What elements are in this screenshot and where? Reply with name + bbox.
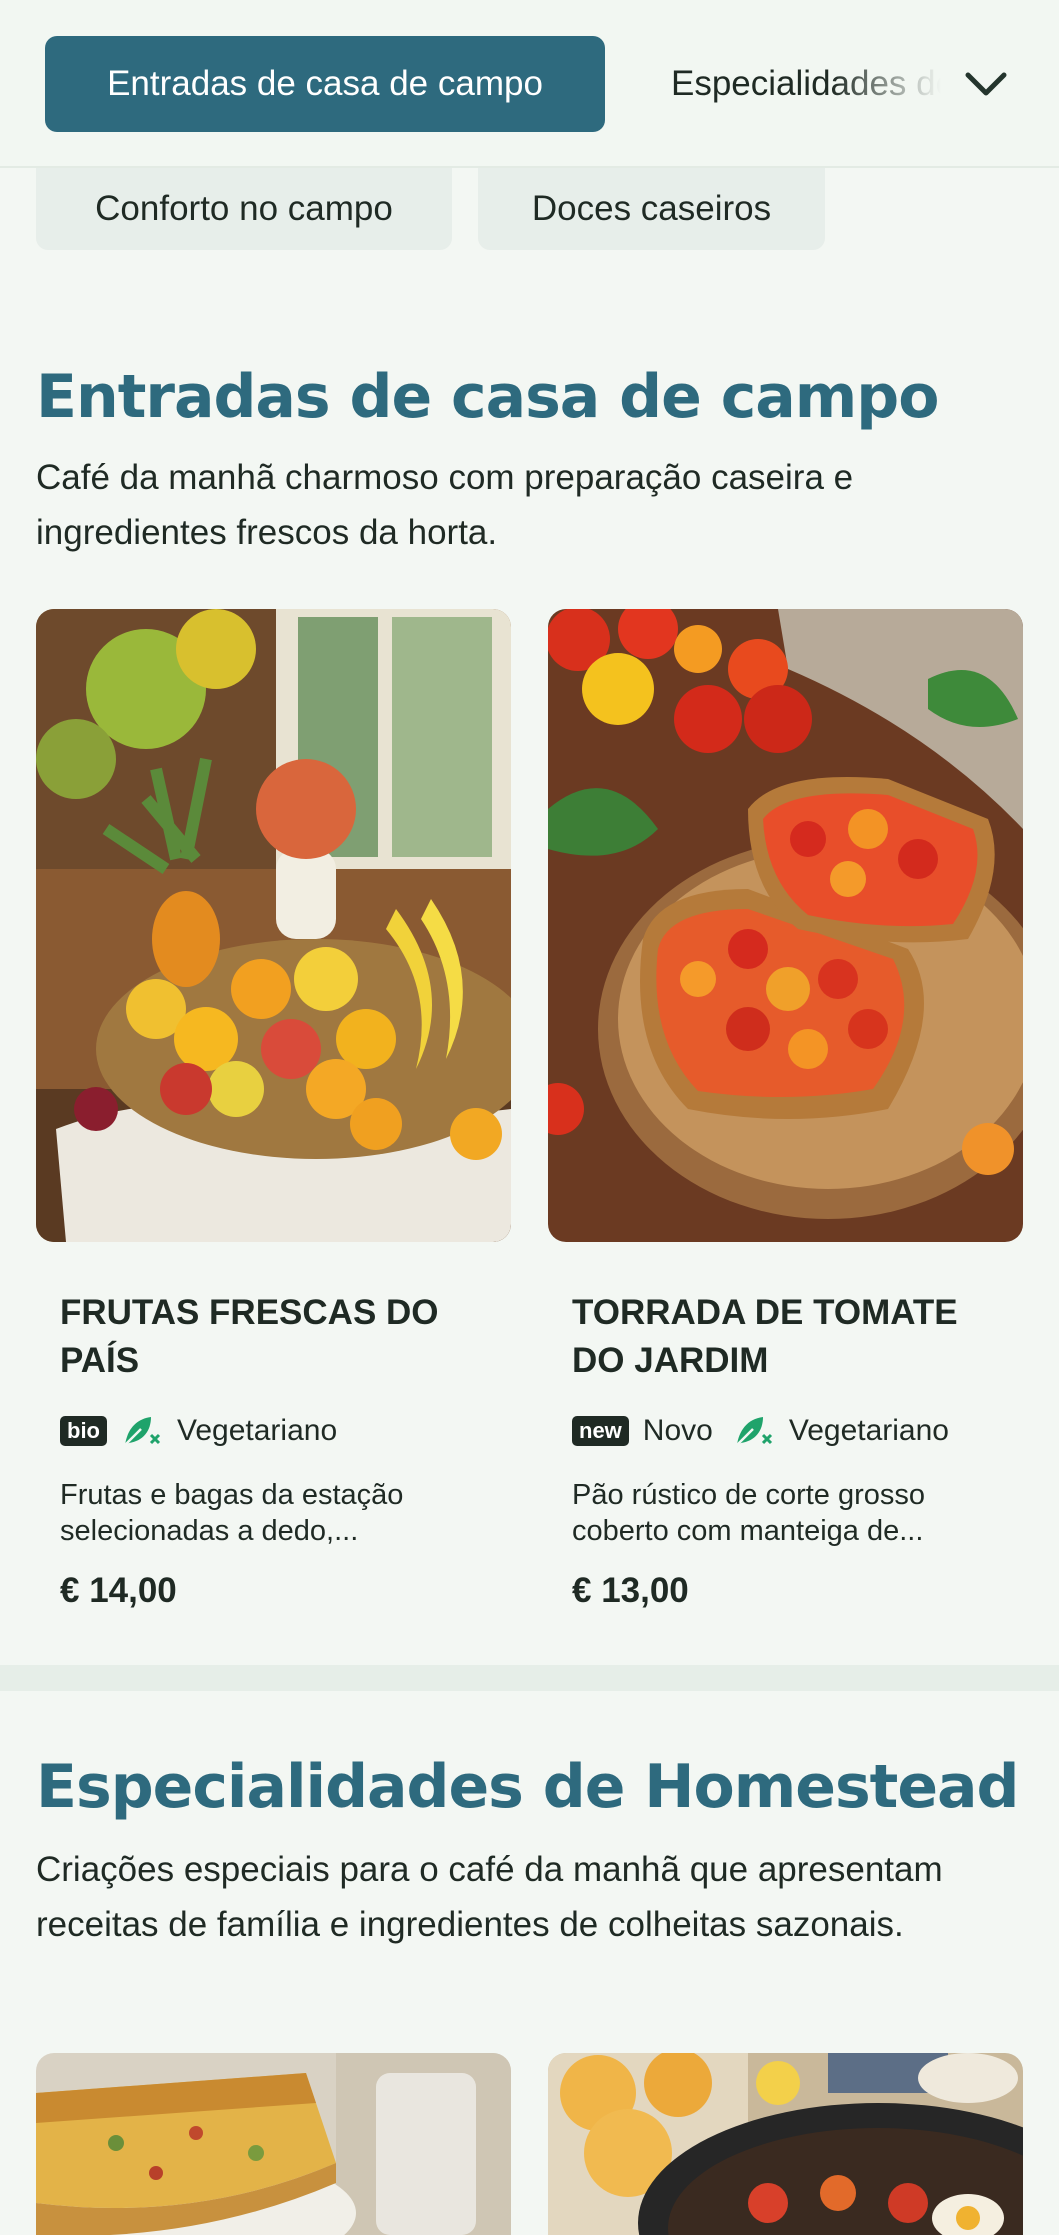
section-title: Especialidades de Homestead xyxy=(36,1752,1019,1822)
section-description: Criações especiais para o café da manhã … xyxy=(36,1850,943,1944)
tab-especialidades[interactable]: Especialidades de Homestead xyxy=(671,36,941,132)
category-nav: Entradas de casa de campo Especialidades… xyxy=(0,0,1059,168)
new-label: Novo xyxy=(642,1414,713,1447)
bio-badge: bio xyxy=(60,1416,107,1446)
item-name: TORRADA DE TOMATE DO JARDIM xyxy=(572,1293,958,1380)
vegetarian-leaf-icon xyxy=(124,1417,161,1446)
section-title: Entradas de casa de campo xyxy=(36,362,939,432)
item-photo-tomato-toast xyxy=(548,609,1023,1242)
diet-label: Vegetariano xyxy=(788,1414,949,1447)
tab-fade-overlay xyxy=(831,36,941,132)
section-description: Café da manhã charmoso com preparação ca… xyxy=(36,458,854,552)
new-badge: new xyxy=(572,1416,629,1446)
item-tags: new Novo Vegetariano xyxy=(572,1409,949,1453)
item-photo-fruits xyxy=(36,609,511,1242)
chevron-down-icon xyxy=(965,72,1007,96)
menu-item-card[interactable] xyxy=(36,2053,511,2235)
menu-item-card[interactable]: TORRADA DE TOMATE DO JARDIM new Novo Veg… xyxy=(548,609,1023,1629)
menu-item-card[interactable] xyxy=(548,2053,1023,2235)
item-tags: bio Vegetariano xyxy=(60,1409,337,1453)
item-price: € 13,00 xyxy=(572,1571,689,1610)
item-price: € 14,00 xyxy=(60,1571,177,1610)
item-photo-quiche xyxy=(36,2053,511,2235)
item-name: FRUTAS FRESCAS DO PAÍS xyxy=(60,1293,439,1380)
menu-item-card[interactable]: FRUTAS FRESCAS DO PAÍS bio Vegetariano F… xyxy=(36,609,511,1629)
vegetarian-leaf-icon xyxy=(735,1417,772,1446)
item-photo-skillet xyxy=(548,2053,1023,2235)
tab-entradas-de-casa-de-campo[interactable]: Entradas de casa de campo xyxy=(45,36,605,132)
category-dropdown-button[interactable] xyxy=(958,56,1014,112)
item-description: Pão rústico de corte grosso coberto com … xyxy=(572,1479,926,1547)
item-description: Frutas e bagas da estação selecionadas a… xyxy=(60,1479,404,1547)
section-divider xyxy=(0,1665,1059,1691)
diet-label: Vegetariano xyxy=(177,1414,338,1447)
